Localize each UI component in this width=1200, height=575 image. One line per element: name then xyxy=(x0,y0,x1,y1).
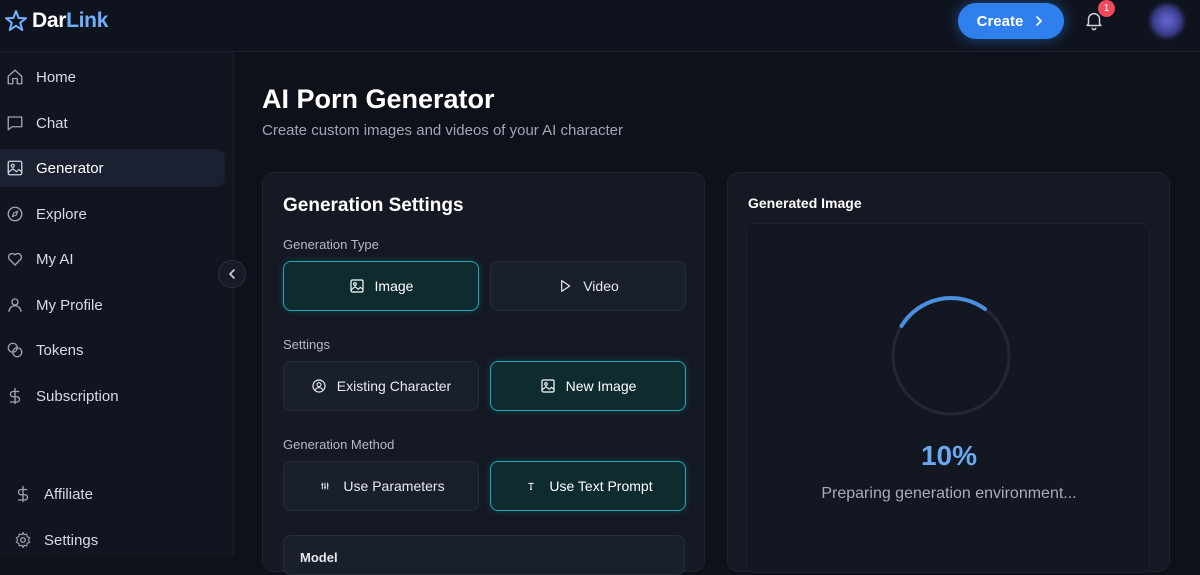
logo-text-link: Link xyxy=(66,9,109,32)
sidebar-item-label: Generator xyxy=(36,159,104,177)
avatar[interactable] xyxy=(1150,4,1184,38)
generation-settings-card: Generation Settings Generation Type Imag… xyxy=(262,172,705,575)
text-icon xyxy=(528,482,535,490)
top-bar: DarLink Create 1 xyxy=(0,0,1200,52)
gear-icon xyxy=(15,531,31,549)
sidebar-item-explore[interactable]: Explore xyxy=(0,195,225,233)
generation-status-text: Preparing generation environment... xyxy=(821,485,1077,502)
spinner-arc xyxy=(899,296,987,328)
sidebar: Home Chat Generator Explore My AI My Pro… xyxy=(0,52,234,557)
compass-icon xyxy=(7,206,23,222)
chevron-right-icon xyxy=(1036,16,1043,26)
model-section[interactable]: Model xyxy=(283,535,685,575)
existing-character-button[interactable]: Existing Character xyxy=(283,361,479,411)
model-label: Model xyxy=(300,550,338,565)
notification-badge: 1 xyxy=(1098,0,1115,17)
sidebar-item-label: Settings xyxy=(44,531,99,549)
sidebar-item-my-profile[interactable]: My Profile xyxy=(0,286,225,324)
create-button[interactable]: Create xyxy=(958,3,1064,39)
generation-type-image-button[interactable]: Image xyxy=(283,261,479,311)
image-icon xyxy=(7,160,23,176)
sidebar-item-label: Tokens xyxy=(36,341,84,359)
image-icon xyxy=(349,279,364,293)
sidebar-item-label: My Profile xyxy=(36,296,103,314)
logo-text-dar: Dar xyxy=(32,9,67,32)
sidebar-item-home[interactable]: Home xyxy=(0,58,225,96)
heart-icon xyxy=(7,252,23,266)
generated-image-card: Generated Image 10% Preparing generation… xyxy=(727,172,1170,573)
option-label: Existing Character xyxy=(336,378,452,394)
use-text-prompt-button[interactable]: Use Text Prompt xyxy=(490,461,686,511)
option-label: Use Parameters xyxy=(343,478,445,494)
sidebar-item-label: Affiliate xyxy=(44,485,93,503)
option-label: Image xyxy=(374,278,414,294)
generation-method-label: Generation Method xyxy=(283,437,395,452)
sidebar-item-chat[interactable]: Chat xyxy=(0,104,225,142)
generated-image-preview: 10% Preparing generation environment... xyxy=(746,223,1150,573)
settings-section-label: Settings xyxy=(283,337,330,352)
option-label: New Image xyxy=(565,378,637,394)
coins-icon xyxy=(7,342,23,358)
star-logo-icon xyxy=(5,10,27,31)
sidebar-item-tokens[interactable]: Tokens xyxy=(0,331,225,369)
option-label: Use Text Prompt xyxy=(549,478,653,494)
chevron-left-icon xyxy=(229,269,235,279)
sidebar-item-label: Explore xyxy=(36,205,87,223)
sidebar-item-my-ai[interactable]: My AI xyxy=(0,240,225,278)
sidebar-collapse-button[interactable] xyxy=(218,260,246,288)
dollar-icon xyxy=(17,485,29,503)
chat-icon xyxy=(7,116,23,131)
logo[interactable]: DarLink xyxy=(4,9,108,33)
play-icon xyxy=(561,280,571,292)
loading-spinner xyxy=(891,296,1011,416)
user-icon xyxy=(8,298,22,312)
sliders-icon xyxy=(321,482,330,490)
logo-text: DarLink xyxy=(32,9,108,33)
generation-type-video-button[interactable]: Video xyxy=(490,261,686,311)
home-icon xyxy=(7,69,23,85)
sidebar-item-label: Home xyxy=(36,68,77,86)
sidebar-item-label: My AI xyxy=(36,250,74,268)
sidebar-item-label: Chat xyxy=(36,114,68,132)
sidebar-item-subscription[interactable]: Subscription xyxy=(0,377,225,415)
new-image-button[interactable]: New Image xyxy=(490,361,686,411)
user-circle-icon xyxy=(312,379,326,393)
page-title: AI Porn Generator xyxy=(262,84,495,114)
progress-percentage: 10% xyxy=(920,440,978,471)
generated-image-title: Generated Image xyxy=(748,195,862,211)
create-button-label: Create xyxy=(976,12,1024,30)
generation-type-label: Generation Type xyxy=(283,237,379,252)
option-label: Video xyxy=(583,278,619,294)
sidebar-item-generator[interactable]: Generator xyxy=(0,149,225,187)
image-icon xyxy=(540,379,555,393)
sidebar-item-label: Subscription xyxy=(36,387,119,405)
sidebar-item-settings[interactable]: Settings xyxy=(0,521,225,559)
generation-settings-title: Generation Settings xyxy=(283,195,464,216)
sidebar-item-affiliate[interactable]: Affiliate xyxy=(0,475,225,513)
page-subtitle: Create custom images and videos of your … xyxy=(262,122,624,139)
dollar-icon xyxy=(9,387,21,405)
use-parameters-button[interactable]: Use Parameters xyxy=(283,461,479,511)
